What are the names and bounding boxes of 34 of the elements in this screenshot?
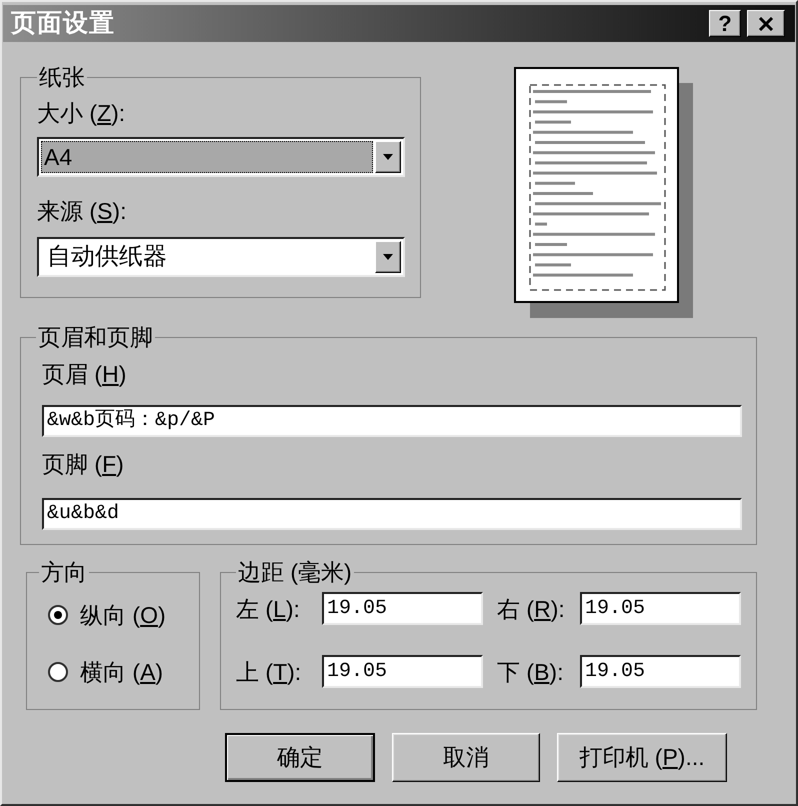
field-label: 来源 (S): [37,197,126,225]
footer-field[interactable]: &u&b&d [42,498,742,530]
caret-down-icon [383,154,393,160]
header-field[interactable]: &w&b页码：&p/&P [42,405,742,437]
group-title: 方向 [40,558,88,586]
field-label: 右 (R): [497,594,565,622]
dropdown[interactable]: A4 [37,137,405,177]
field-label: 左 (L): [236,594,300,622]
radio-option[interactable]: 纵向 (O) [48,600,166,630]
caret-down-icon [383,254,393,260]
help-button[interactable]: ? [709,10,741,37]
close-button[interactable] [747,10,785,37]
margin-field[interactable]: 19.05 [580,655,741,688]
group-title: 纸张 [38,63,86,91]
selected-value: A4 [41,141,373,173]
margin-field[interactable]: 19.05 [580,592,741,625]
dialog-button[interactable]: 打印机 (P)... [557,733,727,782]
field-label: 大小 (Z): [37,99,126,127]
field-label: 页眉 (H) [42,360,126,388]
dropdown[interactable]: 自动供纸器 [37,237,405,277]
close-icon [758,16,774,30]
radio-option[interactable]: 横向 (A) [48,657,164,687]
group-title: 边距 (毫米) [237,558,353,586]
margin-field[interactable]: 19.05 [322,592,483,625]
field-label: 下 (B): [497,658,564,686]
window-title: 页面设置 [11,11,115,36]
dropdown-button[interactable] [375,241,401,273]
dropdown-button[interactable] [375,141,401,173]
dialog-button[interactable]: 确定 [225,733,375,782]
group-title: 页眉和页脚 [37,323,154,351]
dialog-button[interactable]: 取消 [392,733,540,782]
field-label: 页脚 (F) [42,450,124,478]
margin-field[interactable]: 19.05 [322,655,483,688]
field-label: 上 (T): [236,658,302,686]
